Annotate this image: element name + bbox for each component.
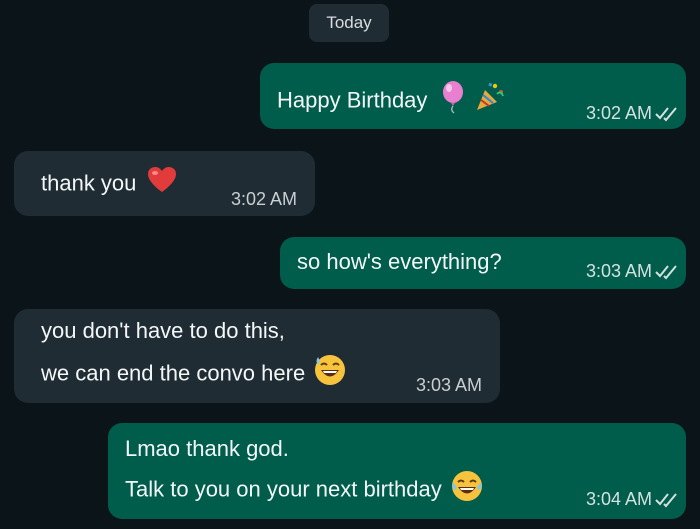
message-bubble-incoming[interactable]: thank you 3:02 AM: [14, 151, 315, 216]
message-time: 3:02 AM: [230, 189, 297, 209]
party-popper-icon: [473, 80, 505, 123]
message-bubble-incoming[interactable]: you don't have to do this, we can end th…: [14, 309, 500, 403]
message-text: thank you: [41, 170, 137, 196]
chat-window: Today Happy Birthday 3:02 AM thank you 3…: [0, 0, 700, 529]
message-bubble-outgoing[interactable]: so how's everything? 3:03 AM: [280, 237, 686, 289]
balloon-icon: [439, 80, 467, 123]
message-text: so how's everything?: [297, 249, 502, 274]
grinning-sweat-icon: [313, 353, 347, 396]
message-line: you don't have to do this,: [41, 318, 285, 343]
tears-of-joy-icon: [450, 469, 484, 512]
message-line: Lmao thank god.: [125, 436, 289, 461]
message-time: 3:04 AM: [585, 489, 652, 509]
message-time: 3:02 AM: [585, 103, 652, 123]
message-line: Talk to you on your next birthday: [125, 476, 442, 502]
red-heart-icon: [147, 166, 177, 203]
message-bubble-outgoing[interactable]: Lmao thank god. Talk to you on your next…: [108, 423, 686, 519]
message-time: 3:03 AM: [415, 375, 482, 395]
message-line: we can end the convo here: [41, 360, 306, 386]
double-check-read-icon: [655, 265, 677, 280]
date-separator: Today: [309, 4, 389, 42]
double-check-read-icon: [655, 493, 677, 508]
message-bubble-outgoing[interactable]: Happy Birthday 3:02 AM: [260, 63, 686, 129]
double-check-read-icon: [655, 107, 677, 122]
message-text: Happy Birthday: [277, 87, 428, 113]
message-time: 3:03 AM: [585, 261, 652, 281]
